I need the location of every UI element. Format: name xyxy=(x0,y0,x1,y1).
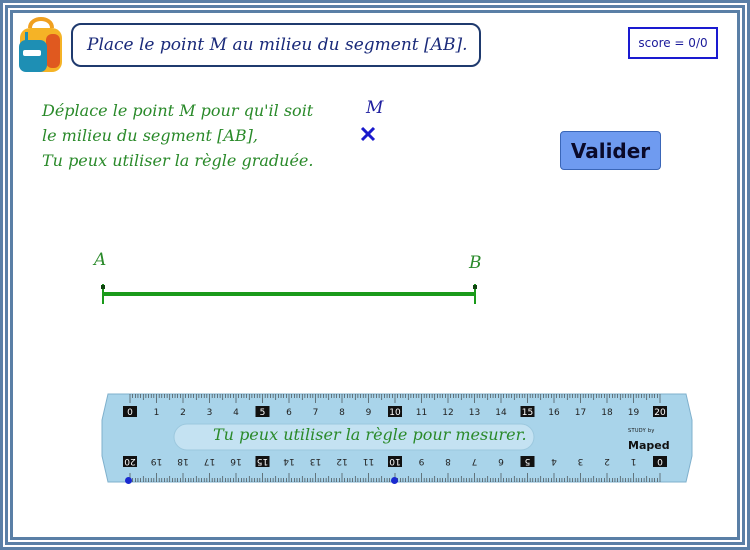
svg-text:11: 11 xyxy=(416,408,427,418)
brand-name: Maped xyxy=(628,439,670,452)
maped-logo: STUDY by Maped xyxy=(628,428,670,453)
svg-text:14: 14 xyxy=(283,456,295,466)
svg-text:18: 18 xyxy=(177,456,189,466)
svg-text:13: 13 xyxy=(310,456,321,466)
svg-text:10: 10 xyxy=(389,408,401,418)
svg-text:6: 6 xyxy=(286,408,292,418)
svg-text:3: 3 xyxy=(578,456,584,466)
ruler-rotate-handle[interactable] xyxy=(125,477,132,484)
svg-text:19: 19 xyxy=(628,408,640,418)
svg-text:11: 11 xyxy=(363,456,374,466)
svg-text:1: 1 xyxy=(631,456,637,466)
svg-text:15: 15 xyxy=(257,456,268,466)
svg-text:16: 16 xyxy=(548,408,560,418)
svg-text:15: 15 xyxy=(522,408,533,418)
backpack-icon xyxy=(19,17,62,72)
svg-text:17: 17 xyxy=(575,408,586,418)
svg-text:20: 20 xyxy=(654,408,666,418)
svg-text:2: 2 xyxy=(180,408,186,418)
svg-text:1: 1 xyxy=(154,408,160,418)
point-m-cross-icon[interactable] xyxy=(358,124,378,144)
svg-text:19: 19 xyxy=(151,456,163,466)
validate-button[interactable]: Valider xyxy=(560,131,661,170)
svg-text:13: 13 xyxy=(469,408,480,418)
instructions-text: Déplace le point M pour qu'il soit le mi… xyxy=(42,98,362,173)
svg-text:3: 3 xyxy=(207,408,213,418)
svg-text:2: 2 xyxy=(604,456,610,466)
svg-text:18: 18 xyxy=(601,408,613,418)
instruction-line-2: le milieu du segment [AB], xyxy=(42,126,258,145)
ruler-caption: Tu peux utiliser la règle pour mesurer. xyxy=(213,425,527,444)
score-display: score = 0/0 xyxy=(628,27,718,59)
instruction-title-box: Place le point M au milieu du segment [A… xyxy=(71,23,481,67)
svg-text:12: 12 xyxy=(336,456,347,466)
instruction-line-3: Tu peux utiliser la règle graduée. xyxy=(42,151,314,170)
svg-text:4: 4 xyxy=(551,456,557,466)
svg-text:4: 4 xyxy=(233,408,239,418)
point-m-label: M xyxy=(366,98,384,118)
instruction-line-1: Déplace le point M pour qu'il soit xyxy=(42,101,314,120)
svg-text:12: 12 xyxy=(442,408,453,418)
point-b-label: B xyxy=(469,253,482,273)
svg-text:5: 5 xyxy=(525,456,531,466)
svg-text:9: 9 xyxy=(366,408,372,418)
svg-text:16: 16 xyxy=(230,456,242,466)
svg-text:10: 10 xyxy=(389,456,401,466)
svg-text:9: 9 xyxy=(418,456,424,466)
svg-text:6: 6 xyxy=(498,456,504,466)
svg-text:17: 17 xyxy=(204,456,215,466)
svg-text:20: 20 xyxy=(124,456,136,466)
svg-text:8: 8 xyxy=(445,456,451,466)
svg-text:14: 14 xyxy=(495,408,507,418)
segment-ab xyxy=(101,284,477,304)
ruler-move-handle[interactable] xyxy=(391,477,398,484)
svg-text:0: 0 xyxy=(657,456,663,466)
page-title: Place le point M au milieu du segment [A… xyxy=(87,35,468,55)
svg-text:5: 5 xyxy=(260,408,266,418)
svg-text:0: 0 xyxy=(127,408,133,418)
brand-small-text: STUDY by xyxy=(628,428,655,434)
svg-text:7: 7 xyxy=(313,408,319,418)
svg-text:8: 8 xyxy=(339,408,345,418)
point-a-label: A xyxy=(94,250,107,270)
svg-text:7: 7 xyxy=(472,456,478,466)
